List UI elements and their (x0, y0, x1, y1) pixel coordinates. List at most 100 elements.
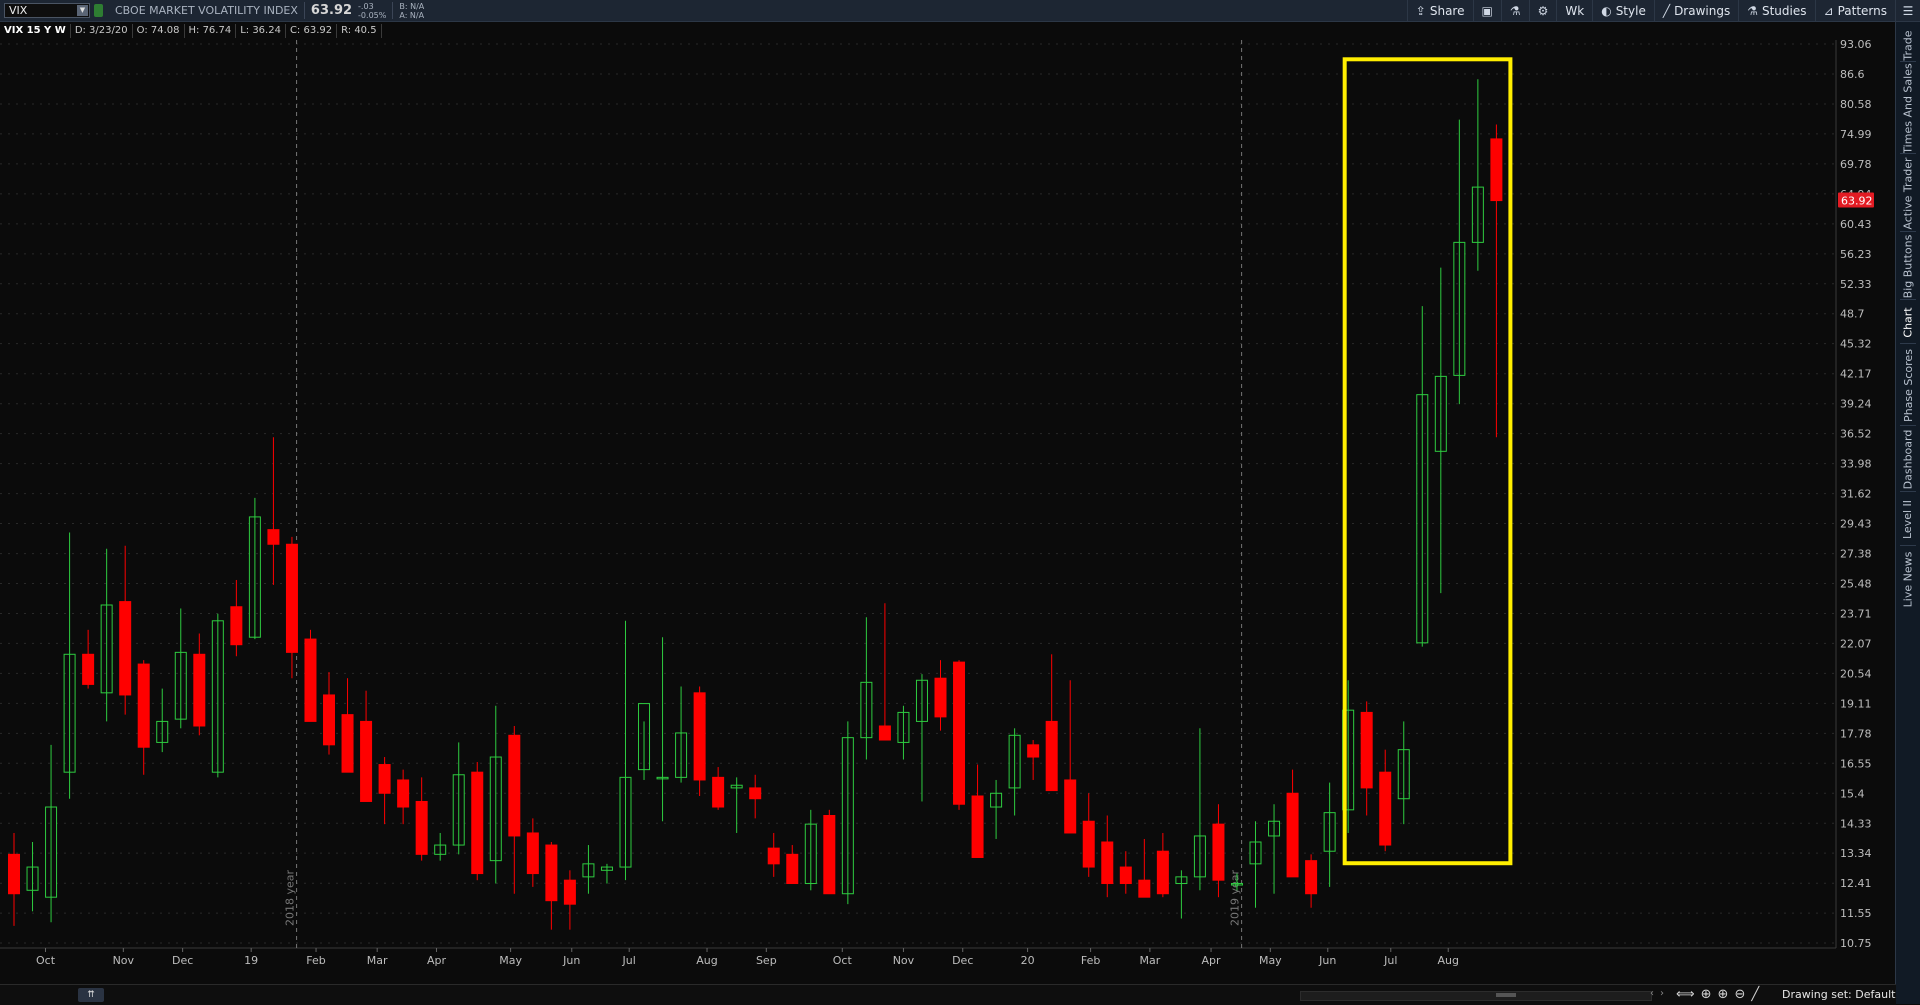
price-tick-label: 48.7 (1840, 308, 1865, 321)
candle-body-down (1305, 860, 1318, 895)
symbol-link-icon[interactable] (94, 4, 103, 17)
candle-body-down (1286, 792, 1299, 878)
time-tick-label: May (1259, 954, 1282, 967)
price-tick-label: 39.24 (1840, 398, 1872, 411)
price-tick-label: 15.4 (1840, 787, 1865, 800)
candle-body-down (1119, 866, 1132, 885)
candle-body-down (767, 847, 780, 865)
time-tick-label: Aug (1437, 954, 1458, 967)
price-tick-label: 93.06 (1840, 40, 1872, 51)
patterns-button[interactable]: ⊿ Patterns (1814, 0, 1896, 21)
period-button[interactable]: Wk (1556, 0, 1592, 21)
style-button[interactable]: ◐ Style (1592, 0, 1654, 21)
scrollbar-thumb[interactable] (1496, 993, 1516, 997)
drawings-label: Drawings (1674, 3, 1731, 18)
time-tick-label: Jun (1318, 954, 1336, 967)
candle-body-down (137, 663, 150, 748)
zoom-tools: ⟺ ⊕ ⊕ ⊖ ╱ (1676, 987, 1759, 1002)
candle-body-down (341, 714, 354, 773)
expand-horizontal-icon[interactable]: ⟺ (1676, 987, 1695, 1002)
toolbar-actions: ⇪ Share ▣ ⚗ ⚙ Wk ◐ Style ╱ Drawings ⚗ St… (1406, 0, 1920, 21)
candle-body-down (971, 795, 984, 858)
info-low: L: 36.24 (236, 23, 286, 38)
price-tick-label: 52.33 (1840, 278, 1872, 291)
candle-body-down (193, 653, 206, 727)
rail-tab-active-trader[interactable]: Active Trader (1896, 154, 1920, 232)
time-tick-label: 19 (244, 954, 258, 967)
rail-tab-live-news[interactable]: Live News (1896, 546, 1920, 612)
time-tick-label: Feb (1081, 954, 1100, 967)
beaker-icon: ⚗ (1747, 3, 1758, 18)
symbol-dropdown-icon[interactable]: ▼ (77, 5, 88, 16)
time-axis[interactable]: Oct Nov Dec 19 Feb Mar Apr May Jun Jul Aug Sep Oct No… (36, 948, 1459, 967)
candle-body-down (304, 638, 317, 722)
price-tick-label: 69.78 (1840, 158, 1872, 171)
time-tick-label: Aug (696, 954, 717, 967)
price-tick-label: 16.55 (1840, 757, 1872, 770)
candle-body-down (415, 800, 428, 855)
time-tick-label: May (499, 954, 522, 967)
rail-tab-trade[interactable]: Trade (1896, 28, 1920, 62)
drawings-button[interactable]: ╱ Drawings (1653, 0, 1738, 21)
ask-value: A: N/A (399, 10, 425, 20)
rail-tab-phase-scores[interactable]: Phase Scores (1896, 344, 1920, 426)
price-tick-label: 19.11 (1840, 697, 1872, 710)
time-tick-label: Apr (1202, 954, 1222, 967)
rail-tab-big-buttons[interactable]: Big Buttons (1896, 232, 1920, 300)
candle-body-down (360, 720, 373, 802)
rail-tab-times-and-sales[interactable]: Times And Sales (1896, 62, 1920, 154)
net-change-percent: -0.05% (358, 10, 387, 20)
time-tick-label: Nov (113, 954, 135, 967)
rail-tab-level-ii[interactable]: Level II (1896, 492, 1920, 546)
rail-tab-label: Phase Scores (1901, 348, 1915, 422)
scroll-left-icon[interactable]: ‹ (1650, 988, 1654, 999)
year-separator-label: 2019 year (1229, 869, 1242, 926)
price-tick-label: 36.52 (1840, 428, 1872, 441)
time-tick-label: Sep (756, 954, 777, 967)
candle-body-down (823, 814, 836, 895)
crosshair-icon[interactable]: ⊕ (1701, 987, 1712, 1002)
info-symbol-period: VIX 15 Y W (0, 23, 71, 38)
price-tick-label: 86.6 (1840, 68, 1865, 81)
candle-body-down (1064, 779, 1077, 834)
zoom-out-icon[interactable]: ⊖ (1734, 987, 1745, 1002)
zoom-in-icon[interactable]: ⊕ (1718, 987, 1729, 1002)
price-axis[interactable]: 93.0686.680.5874.9969.7864.9460.4356.235… (1838, 40, 1874, 950)
flask-button[interactable]: ⚗ (1500, 0, 1529, 21)
candle-body-down (953, 661, 966, 805)
price-tick-label: 27.38 (1840, 548, 1872, 561)
price-tick-label: 31.62 (1840, 488, 1872, 501)
price-chart[interactable]: 2018 year 2019 year 93.06 86.6 80.58 74.99 69… (0, 40, 1895, 984)
symbol-input[interactable]: VIX ▼ (4, 3, 90, 18)
candle-body-down (526, 832, 539, 875)
candle-body-down (1045, 720, 1058, 792)
net-change: -.03 -0.05% (358, 2, 386, 20)
symbol-value: VIX (9, 4, 28, 17)
bottom-bar: ⇈ ‹ › ⟺ ⊕ ⊕ ⊖ ╱ Drawing set: Default (0, 984, 1896, 1005)
collapse-panel-button[interactable]: ⇈ (78, 988, 104, 1002)
period-label: Wk (1565, 3, 1585, 18)
share-label: Share (1429, 3, 1465, 18)
time-tick-label: Jun (562, 954, 580, 967)
scroll-right-icon[interactable]: › (1660, 988, 1664, 999)
studies-button[interactable]: ⚗ Studies (1738, 0, 1814, 21)
rail-tab-dashboard[interactable]: Dashboard (1896, 426, 1920, 492)
rail-tab-chart[interactable]: Chart (1896, 300, 1920, 344)
price-tick-label: 14.33 (1840, 817, 1872, 830)
candle-body-down (878, 725, 891, 741)
settings-button[interactable]: ⚙ (1528, 0, 1557, 21)
candle-body-down (749, 787, 762, 800)
share-button[interactable]: ⇪ Share (1406, 0, 1473, 21)
time-tick-label: Jul (1383, 954, 1397, 967)
candles (8, 57, 1513, 930)
time-tick-label: Jul (622, 954, 636, 967)
menu-button[interactable]: ☰ (1895, 0, 1920, 21)
price-tick-label: 13.34 (1840, 847, 1872, 860)
chart-scrollbar[interactable] (1300, 991, 1652, 1001)
candle-body-down (712, 776, 725, 808)
draw-line-icon[interactable]: ╱ (1751, 987, 1759, 1002)
candle-body-down (1156, 850, 1169, 895)
snapshot-button[interactable]: ▣ (1472, 0, 1501, 21)
price-tick-label: 23.71 (1840, 608, 1872, 621)
price-tick-label: 60.43 (1840, 218, 1872, 231)
